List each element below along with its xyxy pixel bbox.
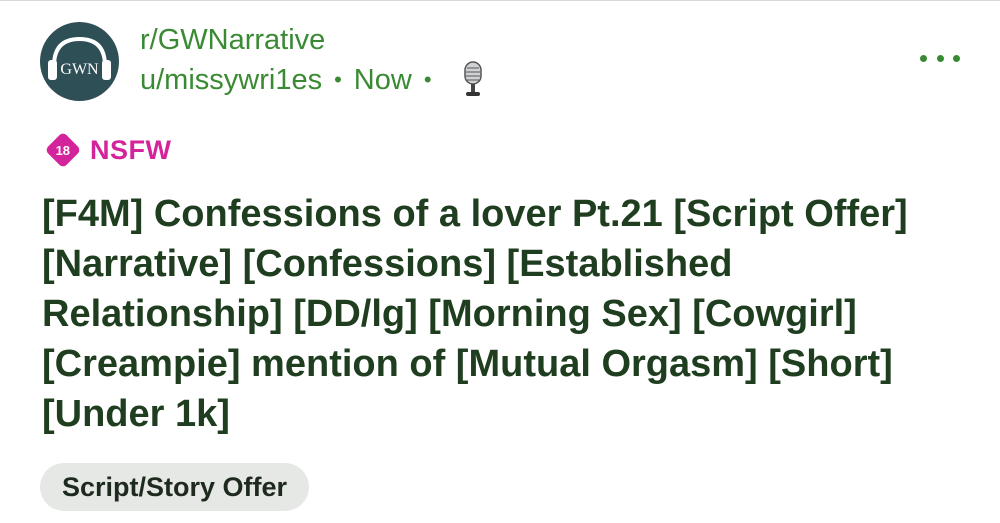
separator-dot: • — [423, 67, 432, 92]
avatar-text: GWN — [60, 61, 99, 78]
nsfw-18-icon: 18 — [44, 131, 82, 169]
headphones-logo-icon: GWN — [48, 36, 111, 80]
post-flair[interactable]: Script/Story Offer — [40, 463, 310, 511]
post-title[interactable]: [F4M] Confessions of a lover Pt.21 [Scri… — [42, 189, 962, 439]
post-time: Now — [353, 63, 412, 96]
nsfw-label: NSFW — [90, 134, 172, 165]
subreddit-name[interactable]: r/GWNarrative — [140, 22, 325, 58]
more-options-icon — [920, 54, 927, 62]
separator-dot: • — [334, 67, 342, 92]
subreddit-avatar[interactable]: GWN — [40, 22, 119, 101]
nsfw-badge-text: 18 — [55, 142, 71, 158]
post-meta: u/missywri1es • Now • — [140, 60, 488, 100]
more-options-button[interactable] — [920, 48, 960, 68]
nsfw-tag: 18 NSFW — [44, 131, 172, 169]
divider — [0, 0, 1000, 1]
username[interactable]: u/missywri1es — [140, 64, 322, 97]
post-card: GWN r/GWNarrative u/missywri1es • Now • … — [0, 0, 1000, 523]
microphone-icon — [458, 60, 488, 100]
